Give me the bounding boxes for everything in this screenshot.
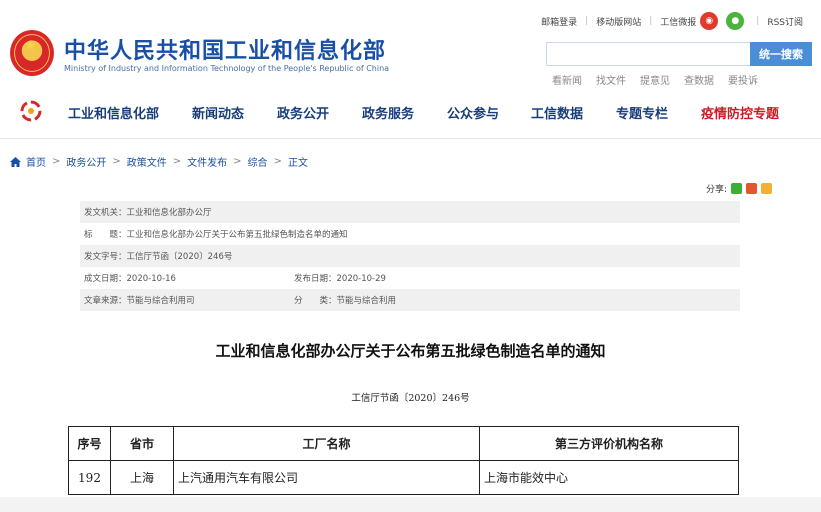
breadcrumb-home[interactable]: 首页 <box>26 154 46 169</box>
meta-row-dates: 成文日期：2020-10-16 发布日期：2020-10-29 <box>80 267 740 289</box>
article-doc-number: 工信厅节函〔2020〕246号 <box>351 393 470 404</box>
share-bar: 分享: <box>706 182 773 195</box>
breadcrumb: 首页 > 政务公开 > 政策文件 > 文件发布 > 综合 > 正文 <box>10 154 308 169</box>
table-cell: 上汽通用汽车有限公司 <box>173 460 480 495</box>
meta-category: 分 类：节能与综合利用 <box>294 296 397 306</box>
quick-link-data[interactable]: 查数据 <box>684 72 714 87</box>
nav-item-topics[interactable]: 专题专栏 <box>616 103 701 122</box>
quick-link-files[interactable]: 找文件 <box>596 72 626 87</box>
nav-item-ministry[interactable]: 工业和信息化部 <box>68 103 192 122</box>
page-bottom-edge <box>0 497 821 512</box>
home-icon <box>10 156 21 167</box>
national-emblem-logo: ★ <box>10 30 54 76</box>
nav-item-participation[interactable]: 公众参与 <box>447 103 531 122</box>
nav-item-gov-services[interactable]: 政务服务 <box>362 103 447 122</box>
mail-login-link[interactable]: 邮箱登录 <box>541 15 577 28</box>
rss-link[interactable]: RSS订阅 <box>767 15 803 28</box>
quick-links: 看新闻 找文件 提意见 查数据 要投诉 <box>552 72 758 87</box>
meta-created-date: 成文日期：2020-10-16 <box>84 274 176 284</box>
nav-item-gov-affairs[interactable]: 政务公开 <box>277 103 362 122</box>
site-subtitle: Ministry of Industry and Information Tec… <box>64 64 390 73</box>
search-input[interactable] <box>546 42 750 66</box>
chevron-right-icon: > <box>52 156 61 167</box>
breadcrumb-gov-affairs[interactable]: 政务公开 <box>66 154 106 169</box>
meta-row-source: 文章来源：节能与综合利用司 分 类：节能与综合利用 <box>80 289 740 311</box>
link-separator: | <box>649 16 653 26</box>
meta-source: 文章来源：节能与综合利用司 <box>84 296 195 306</box>
quick-link-feedback[interactable]: 提意见 <box>640 72 670 87</box>
weibo-share-icon[interactable] <box>746 183 758 194</box>
top-links: 邮箱登录 | 移动版网站 | 工信微报 ◉ ● | RSS订阅 <box>541 12 803 30</box>
link-separator: | <box>585 16 589 26</box>
column-header: 省市 <box>110 426 174 461</box>
wechat-icon[interactable]: ● <box>726 12 745 30</box>
nav-item-news[interactable]: 新闻动态 <box>192 103 277 122</box>
nav-divider <box>0 138 821 139</box>
chevron-right-icon: > <box>273 156 282 167</box>
nav-item-epidemic[interactable]: 疫情防控专题 <box>701 103 779 122</box>
quick-link-complaint[interactable]: 要投诉 <box>728 72 758 87</box>
meta-row-title: 标 题：工业和信息化部办公厅关于公布第五批绿色制造名单的通知 <box>80 223 740 245</box>
chevron-right-icon: > <box>172 156 182 167</box>
weibao-link[interactable]: 工信微报 <box>660 15 696 28</box>
meta-issuer: 发文机关：工业和信息化部办公厅 <box>84 208 212 218</box>
link-separator: | <box>756 16 760 26</box>
article-title: 工业和信息化部办公厅关于公布第五批绿色制造名单的通知 <box>215 342 606 360</box>
chevron-right-icon: > <box>112 156 121 167</box>
site-title[interactable]: 中华人民共和国工业和信息化部 <box>64 33 386 65</box>
breadcrumb-policy[interactable]: 政策文件 <box>127 154 167 169</box>
table-cell: 上海 <box>110 460 174 495</box>
quick-link-news[interactable]: 看新闻 <box>552 72 582 87</box>
nav-item-data[interactable]: 工信数据 <box>531 103 616 122</box>
weibo-icon[interactable]: ◉ <box>700 12 719 30</box>
breadcrumb-current: 正文 <box>287 158 308 169</box>
table-header-row: 序号 省市 工厂名称 第三方评价机构名称 <box>68 426 739 461</box>
qq-share-icon[interactable] <box>761 183 773 194</box>
column-header: 工厂名称 <box>173 426 480 461</box>
meta-title: 标 题：工业和信息化部办公厅关于公布第五批绿色制造名单的通知 <box>84 230 348 240</box>
share-label: 分享: <box>706 185 728 195</box>
meta-row-docno: 发文字号：工信厅节函〔2020〕246号 <box>80 245 740 267</box>
breadcrumb-general[interactable]: 综合 <box>248 154 268 169</box>
ministry-swirl-icon <box>20 100 42 122</box>
chevron-right-icon: > <box>233 156 242 167</box>
column-header: 第三方评价机构名称 <box>479 426 739 461</box>
table-cell: 192 <box>68 460 111 495</box>
mobile-site-link[interactable]: 移动版网站 <box>596 15 641 28</box>
search-button[interactable]: 统一搜索 <box>750 42 812 66</box>
wechat-share-icon[interactable] <box>731 183 743 194</box>
main-nav: 工业和信息化部 新闻动态 政务公开 政务服务 公众参与 工信数据 专题专栏 疫情… <box>68 103 779 122</box>
table-row: 192 上海 上汽通用汽车有限公司 上海市能效中心 <box>68 460 739 495</box>
meta-published-date: 发布日期：2020-10-29 <box>294 274 386 284</box>
green-manufacturing-table: 序号 省市 工厂名称 第三方评价机构名称 192 上海 上汽通用汽车有限公司 上… <box>68 426 739 495</box>
column-header: 序号 <box>68 426 111 461</box>
table-cell: 上海市能效中心 <box>479 460 739 495</box>
meta-row-issuer: 发文机关：工业和信息化部办公厅 <box>80 201 740 223</box>
breadcrumb-publish[interactable]: 文件发布 <box>187 154 227 169</box>
meta-doc-no: 发文字号：工信厅节函〔2020〕246号 <box>84 252 233 262</box>
